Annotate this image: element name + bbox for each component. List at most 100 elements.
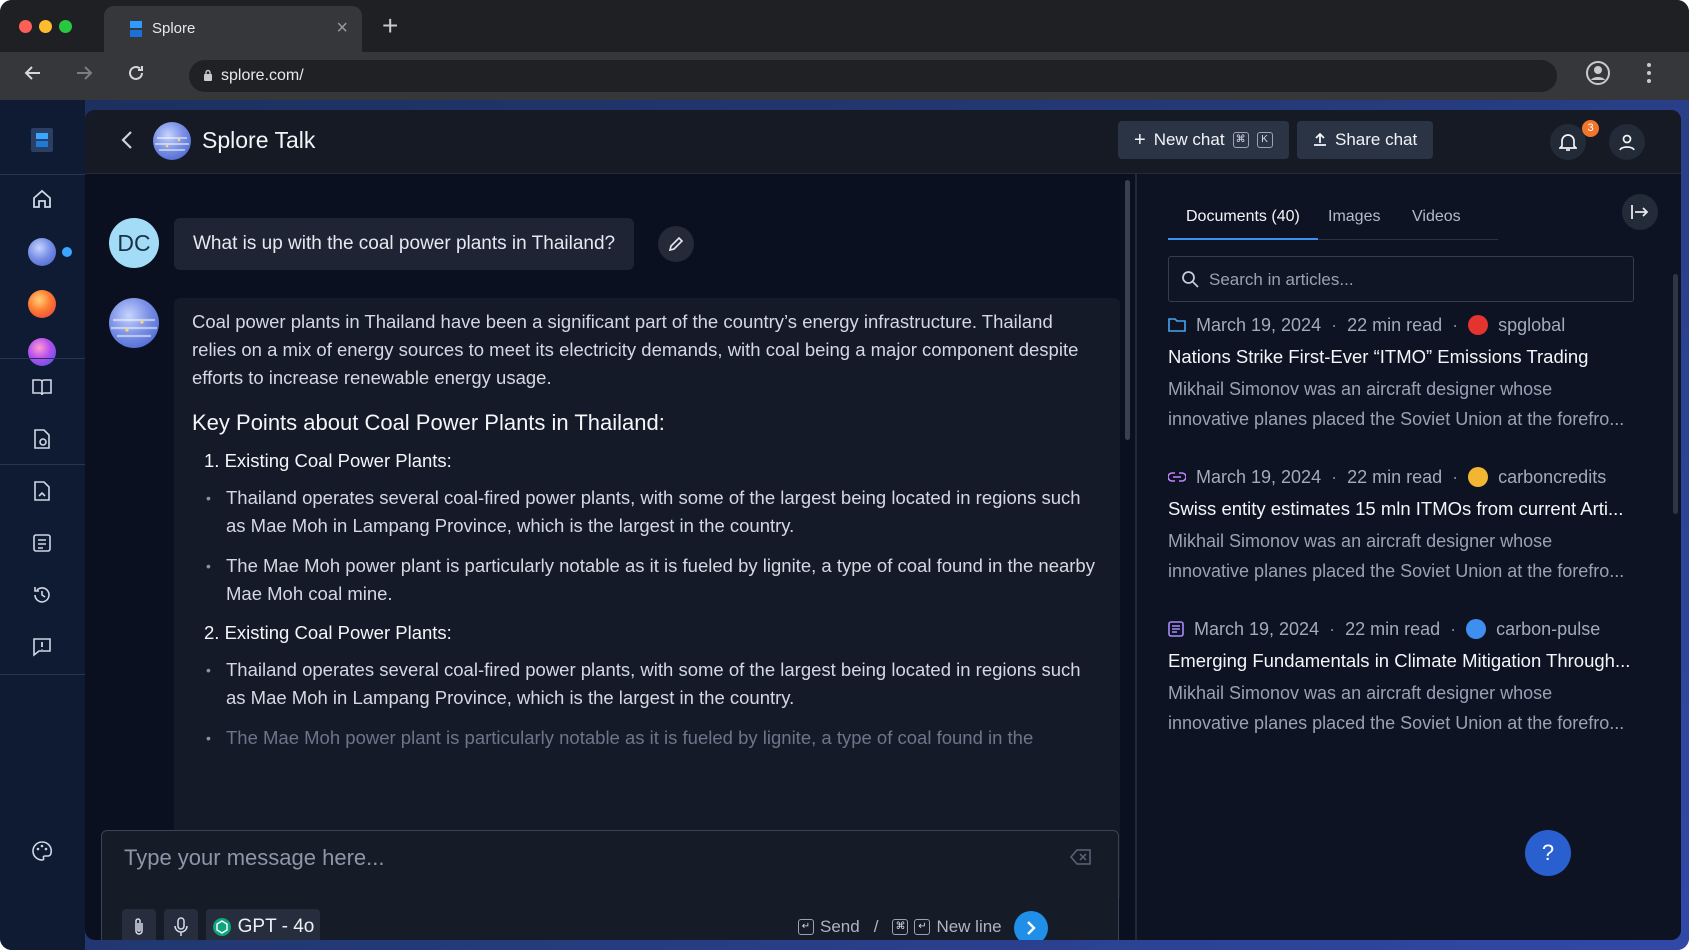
browser-window: Splore × + splore.com/ Splore Talk + New… [0, 0, 1689, 950]
splore-talk-orb-icon [28, 238, 56, 266]
article-card[interactable]: March 19, 2024 · 22 min read · spglobal … [1168, 312, 1638, 434]
chat-header: Splore Talk + New chat ⌘ K Share chat 3 [85, 110, 1681, 174]
answer-intro: Coal power plants in Thailand have been … [192, 311, 1079, 388]
url-text: splore.com/ [221, 67, 304, 84]
sidebar-item-splore-talk[interactable] [20, 230, 64, 274]
article-title[interactable]: Nations Strike First-Ever “ITMO” Emissio… [1168, 346, 1638, 368]
main-card: Splore Talk + New chat ⌘ K Share chat 3 [85, 110, 1681, 940]
new-chat-button[interactable]: + New chat ⌘ K [1118, 121, 1289, 159]
new-chat-label: New chat [1153, 130, 1225, 149]
tab-strip: Splore × + [0, 0, 1689, 52]
share-chat-label: Share chat [1335, 130, 1418, 149]
reload-icon[interactable] [120, 60, 152, 92]
newline-hint: New line [936, 917, 1002, 936]
sidebar-item-home[interactable] [20, 177, 64, 221]
article-search-input[interactable]: Search in articles... [1168, 256, 1634, 302]
upload-icon [1314, 133, 1326, 146]
article-read-time: 22 min read [1345, 618, 1441, 639]
tab-close-icon[interactable]: × [336, 17, 348, 40]
arrow-right-bar-icon [1631, 205, 1649, 219]
hint-separator: / [873, 917, 879, 936]
history-icon [34, 587, 50, 603]
tab-title: Splore [152, 20, 196, 37]
user-icon [1619, 134, 1635, 151]
article-title[interactable]: Swiss entity estimates 15 mln ITMOs from… [1168, 498, 1638, 520]
splore-talk-avatar [153, 122, 191, 160]
carbon-pulse-logo-icon [1466, 619, 1487, 639]
article-description: Mikhail Simonov was an aircraft designer… [1168, 683, 1625, 733]
cmd-key-icon: ⌘ [892, 919, 909, 935]
palette-icon [32, 841, 53, 861]
send-button[interactable] [1014, 911, 1048, 940]
chevron-right-icon [1027, 921, 1036, 935]
sidebar-item-theme[interactable] [20, 829, 64, 873]
article-read-time: 22 min read [1347, 314, 1443, 335]
article-card[interactable]: March 19, 2024 · 22 min read · carboncre… [1168, 464, 1638, 586]
tab-images[interactable]: Images [1328, 202, 1380, 240]
home-icon [33, 189, 51, 208]
tab-videos[interactable]: Videos [1412, 202, 1461, 240]
maximize-window-button[interactable] [59, 20, 72, 33]
article-card[interactable]: March 19, 2024 · 22 min read · carbon-pu… [1168, 616, 1638, 738]
forward-arrow-icon[interactable] [68, 60, 100, 92]
left-sidebar [0, 100, 85, 950]
tab-documents[interactable]: Documents (40) [1168, 202, 1318, 240]
profile-icon[interactable] [1585, 60, 1611, 86]
attach-button[interactable] [122, 909, 156, 940]
splore-logo[interactable] [20, 118, 64, 162]
feedback-icon [33, 638, 51, 657]
collapse-panel-button[interactable] [1622, 194, 1658, 230]
help-button[interactable]: ? [1525, 830, 1571, 876]
model-label: GPT - 4o [237, 916, 315, 937]
book-open-icon [32, 379, 52, 396]
sidebar-item-agent-orange[interactable] [20, 282, 64, 326]
article-description: Mikhail Simonov was an aircraft designer… [1168, 379, 1625, 429]
chat-scrollbar[interactable] [1125, 180, 1130, 440]
share-chat-button[interactable]: Share chat [1297, 121, 1434, 159]
answer-bullet: The Mae Moh power plant is particularly … [192, 552, 1102, 608]
article-date: March 19, 2024 [1194, 618, 1320, 639]
orange-orb-icon [28, 290, 56, 318]
sidebar-item-library[interactable] [20, 365, 64, 409]
paperclip-icon [135, 918, 143, 935]
k-key: K [1256, 132, 1273, 148]
bell-icon [1559, 134, 1577, 151]
sidebar-item-feedback[interactable] [20, 625, 64, 669]
assistant-avatar [109, 298, 159, 348]
clear-input-icon[interactable] [1070, 849, 1092, 865]
message-input[interactable]: Type your message here... [124, 845, 384, 871]
article-read-time: 22 min read [1347, 466, 1443, 487]
microphone-button[interactable] [164, 909, 198, 940]
assistant-message: Coal power plants in Thailand have been … [174, 298, 1120, 898]
splore-favicon-icon [130, 21, 142, 37]
minimize-window-button[interactable] [39, 20, 52, 33]
answer-bullet: Thailand operates several coal-fired pow… [192, 656, 1102, 712]
address-bar[interactable]: splore.com/ [189, 60, 1557, 92]
sidebar-item-history[interactable] [20, 573, 64, 617]
panel-scrollbar[interactable] [1673, 274, 1678, 514]
model-selector[interactable]: GPT - 4o [206, 909, 320, 940]
answer-bullet: Thailand operates several coal-fired pow… [192, 484, 1102, 540]
article-title[interactable]: Emerging Fundamentals in Climate Mitigat… [1168, 650, 1638, 672]
browser-tab[interactable]: Splore × [104, 6, 362, 52]
sidebar-item-reports[interactable] [20, 469, 64, 513]
browser-menu-icon[interactable] [1646, 60, 1652, 86]
plus-icon: + [1134, 128, 1146, 151]
purple-orb-icon [28, 338, 56, 366]
notifications-button[interactable] [1550, 124, 1586, 160]
carboncredits-logo-icon [1468, 467, 1489, 487]
chevron-left-icon[interactable] [119, 128, 135, 158]
notes-icon [33, 534, 51, 552]
message-composer[interactable]: Type your message here... GPT - 4o ↵ Sen… [101, 830, 1119, 940]
user-menu-button[interactable] [1609, 124, 1645, 160]
sidebar-item-documents[interactable] [20, 417, 64, 461]
sidebar-item-notes[interactable] [20, 521, 64, 565]
search-placeholder: Search in articles... [1209, 270, 1354, 289]
edit-message-button[interactable] [658, 226, 694, 262]
new-tab-button[interactable]: + [382, 10, 398, 42]
back-arrow-icon[interactable] [17, 60, 49, 92]
article-description: Mikhail Simonov was an aircraft designer… [1168, 531, 1625, 581]
close-window-button[interactable] [19, 20, 32, 33]
article-source: carboncredits [1498, 466, 1607, 487]
search-icon [1182, 271, 1199, 288]
